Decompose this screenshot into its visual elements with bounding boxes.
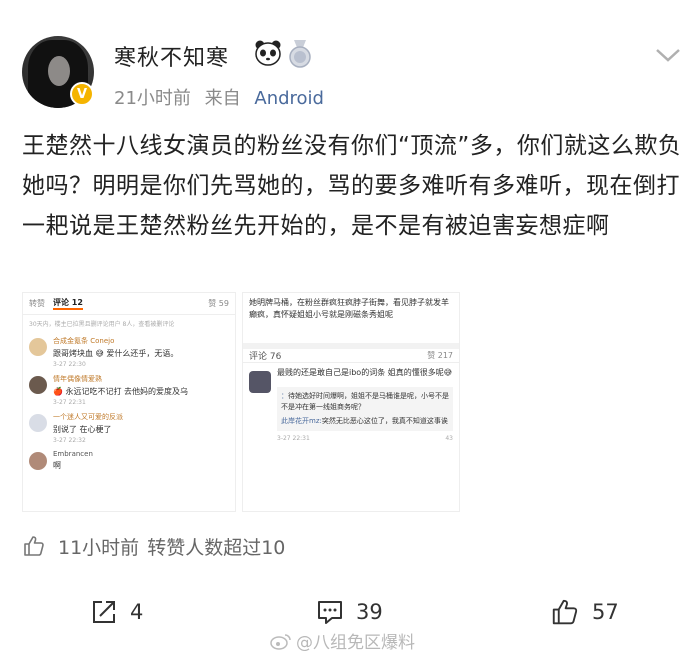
mini-note: 30天内，楼主已拉黑且删评论用户 8人，查看被删评论 <box>29 321 175 328</box>
mini-tab-bar: 转赞 评论 12 赞 59 <box>23 293 235 315</box>
watermark: @八组免区爆料 <box>270 628 415 653</box>
from-label: 来自 <box>204 88 241 109</box>
comment-icon <box>318 601 342 624</box>
medal-icon <box>289 40 311 68</box>
image2-time: 3-27 22:31 43 <box>277 435 453 442</box>
repost-icon <box>93 601 115 623</box>
mini-tab-forward: 转赞 <box>29 299 45 308</box>
like-icon <box>552 599 578 625</box>
comment-button[interactable]: 39 <box>316 592 383 632</box>
action-bar: 4 39 57 <box>0 592 700 632</box>
attached-image-1[interactable]: 转赞 评论 12 赞 59 30天内，楼主已拉黑且删评论用户 8人，查看被删评论… <box>22 292 236 512</box>
post-content: 王楚然十八线女演员的粉丝没有你们“顶流”多，你们就这么欺负她吗？明明是你们先骂她… <box>22 133 682 239</box>
verified-badge: V <box>70 82 94 106</box>
watermark-text: @八组免区爆料 <box>296 633 415 653</box>
image2-comment: 最贱的还是敢自己是ibo的词条 姐真的懂很多呢😅 <box>243 363 459 393</box>
like-text: 转赞人数超过10 <box>147 536 286 559</box>
image2-tab-bar: 评论 76 赞 217 <box>243 343 459 363</box>
post-images: 转赞 评论 12 赞 59 30天内，楼主已拉黑且删评论用户 8人，查看被删评论… <box>22 292 462 514</box>
like-button[interactable]: 57 <box>550 592 619 632</box>
panda-emoji-icon <box>255 40 281 66</box>
post-header: V 寒秋不知寒 21小时前 来自 Android <box>0 0 700 120</box>
repost-count: 4 <box>130 600 144 624</box>
weibo-logo-icon <box>270 633 291 650</box>
image2-tab-likes: 赞 217 <box>427 351 453 360</box>
post-source[interactable]: Android <box>254 88 324 109</box>
image2-reply-box: ：待她选好时间爆啊，姐姐不是马桶谁是呢，小号不是不是冲在第一线姐商务呢？ 此岸花… <box>277 387 453 431</box>
attached-image-2[interactable]: 她明牌马桶，在粉丝群疯狂疯脖子街舞，看见脖子就发羊癫疯，真怀疑姐姐小号就是刚磁条… <box>242 292 460 512</box>
repost-button[interactable]: 4 <box>90 592 143 632</box>
post-time: 21小时前 <box>114 88 191 109</box>
username[interactable]: 寒秋不知寒 <box>114 40 229 72</box>
chevron-down-icon[interactable] <box>654 46 682 64</box>
like-count: 57 <box>592 600 619 624</box>
comment-count: 39 <box>356 600 383 624</box>
list-item: 情年偶像情爱熟 🍎 永远记吃不记打 去他妈的爱度及乌 3-27 22:31 <box>23 370 235 408</box>
like-time: 11小时前 <box>58 536 140 559</box>
like-summary: 11小时前 转赞人数超过10 <box>22 532 293 560</box>
mini-tab-likes: 赞 59 <box>208 299 229 308</box>
mini-tab-comments: 评论 12 <box>53 297 83 310</box>
list-item: 一个迷人又可爱的反派 别说了 在心梗了 3-27 22:32 <box>23 408 235 446</box>
list-item: 合成金氪条 Conejo 跟哥烤块血 😅 爱什么还乎，无语。 3-27 22:3… <box>23 332 235 370</box>
list-item: Embrancen 啊 <box>23 446 235 484</box>
thumbs-up-icon <box>24 536 44 556</box>
image2-tab-comments: 评论 76 <box>249 352 282 362</box>
image2-top-text: 她明牌马桶，在粉丝群疯狂疯脖子街舞，看见脖子就发羊癫疯，真怀疑姐姐小号就是刚磁条… <box>249 298 449 319</box>
post-meta: 21小时前 来自 Android <box>114 84 332 110</box>
